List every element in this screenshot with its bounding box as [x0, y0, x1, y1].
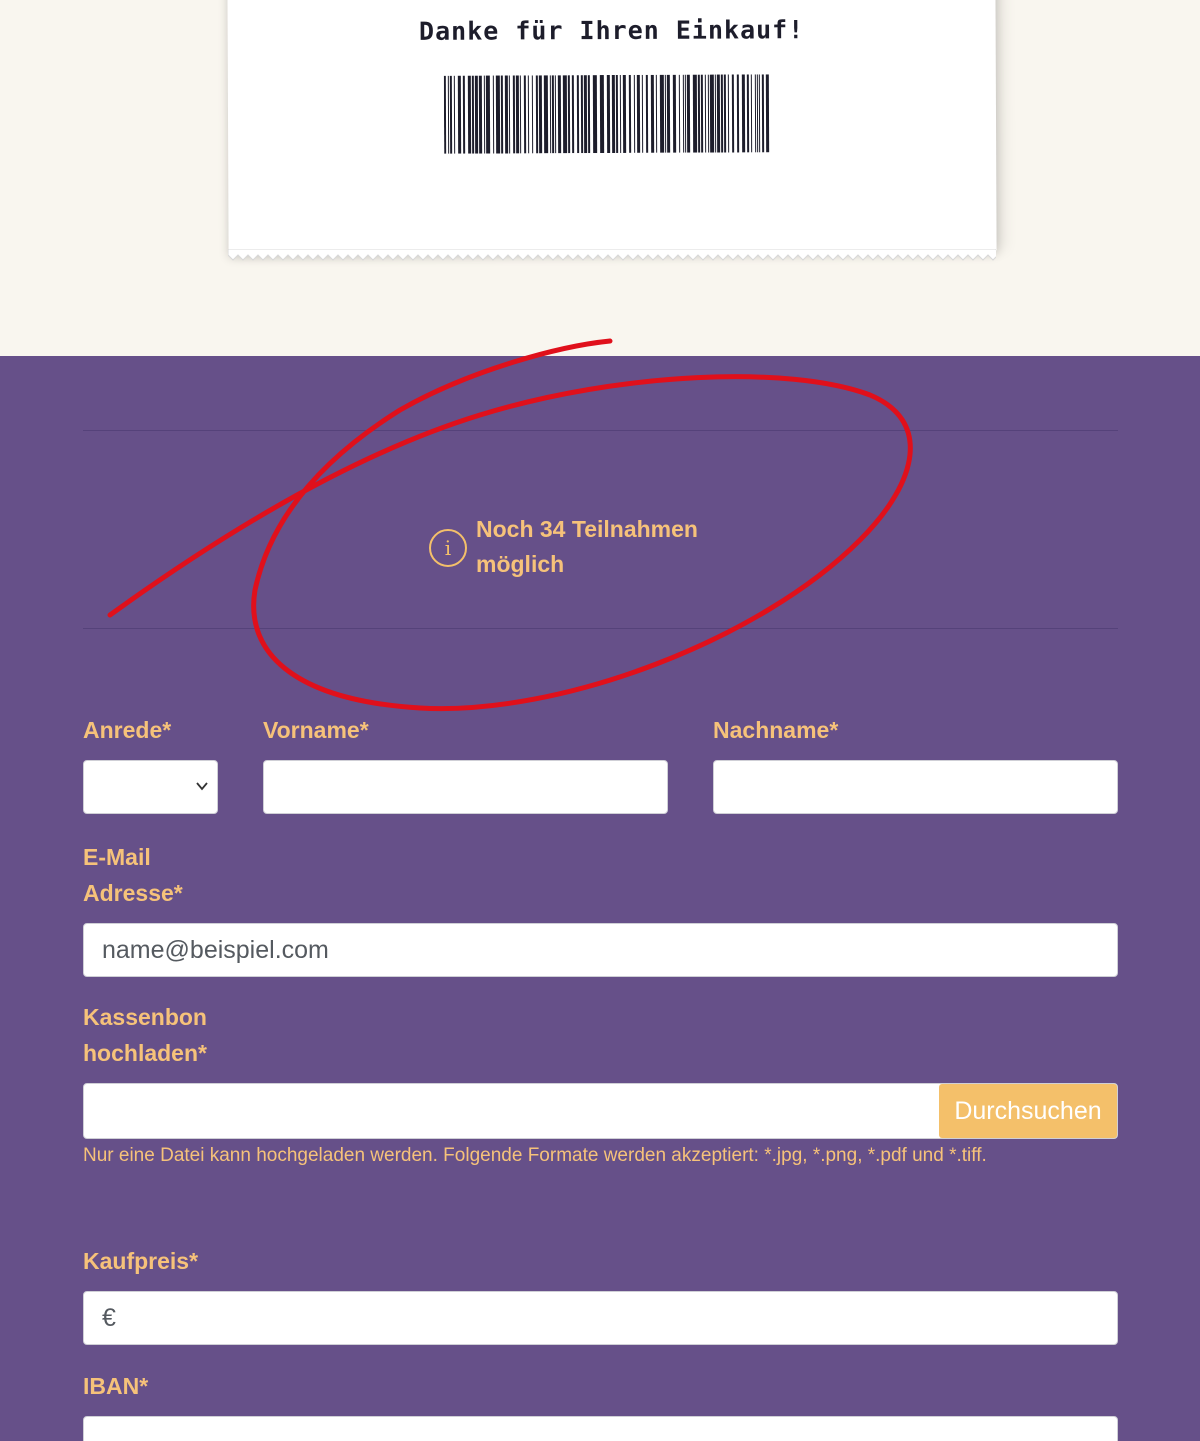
salutation-label: Anrede*	[83, 717, 172, 743]
lastname-label: Nachname*	[713, 717, 839, 743]
lastname-input[interactable]	[713, 760, 1118, 814]
divider-bottom	[83, 628, 1118, 629]
email-field[interactable]: name@beispiel.com	[83, 923, 1118, 977]
firstname-input[interactable]	[263, 760, 668, 814]
salutation-select[interactable]	[83, 760, 218, 814]
info-icon: i	[429, 529, 467, 567]
price-input[interactable]: €	[83, 1291, 1118, 1345]
upload-hint: Nur eine Datei kann hochgeladen werden. …	[83, 1145, 987, 1166]
receipt-hero: Danke für Ihren Einkauf!	[0, 0, 1200, 356]
participation-form: i Noch 34 Teilnahmen möglich Anrede* Vor…	[0, 356, 1200, 1441]
email-label: E-Mail Adresse*	[83, 844, 183, 906]
remaining-participations-text: Noch 34 Teilnahmen möglich	[476, 516, 698, 577]
divider-top	[83, 430, 1118, 431]
firstname-label: Vorname*	[263, 717, 369, 743]
browse-button[interactable]: Durchsuchen	[939, 1084, 1117, 1138]
price-label: Kaufpreis*	[83, 1248, 199, 1274]
chevron-down-icon	[196, 782, 208, 791]
iban-label: IBAN*	[83, 1373, 149, 1399]
currency-placeholder: €	[102, 1303, 116, 1332]
receipt-file-input[interactable]: Durchsuchen	[83, 1083, 1118, 1139]
participation-info: i Noch 34 Teilnahmen möglich	[429, 512, 736, 582]
receipt-upload-label: Kassenbon hochladen*	[83, 1004, 207, 1066]
email-placeholder: name@beispiel.com	[102, 935, 329, 964]
iban-input[interactable]	[83, 1416, 1118, 1441]
